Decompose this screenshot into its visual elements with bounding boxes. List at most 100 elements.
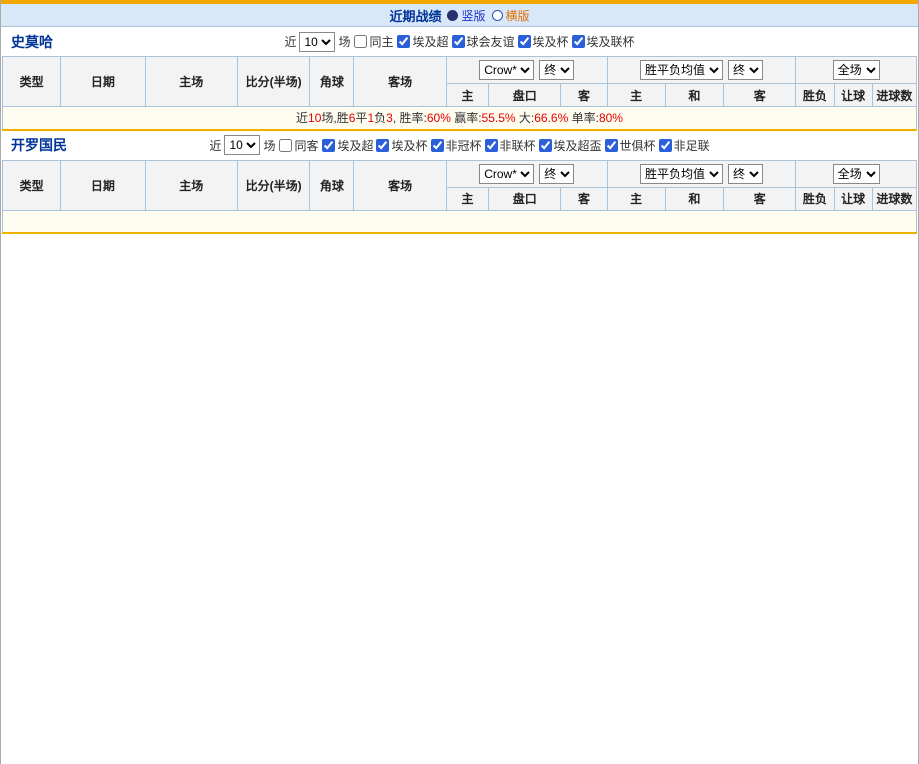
team-name-title: 开罗国民: [11, 137, 67, 153]
league-filter[interactable]: 埃及超: [321, 137, 373, 154]
vertical-label: 竖版: [461, 8, 486, 23]
league-label: 埃及超: [412, 35, 449, 49]
col-away: 客场: [353, 56, 447, 107]
league-filter[interactable]: 埃及联杯: [571, 33, 635, 50]
league-filter[interactable]: 埃及杯: [375, 137, 428, 154]
league-checkbox[interactable]: [604, 138, 618, 152]
col-home: 主场: [144, 159, 239, 211]
league-checkbox[interactable]: [538, 138, 552, 152]
summary-segment: 10: [308, 111, 322, 126]
match-count-select[interactable]: 10: [299, 31, 336, 52]
odds-time-select[interactable]: 终: [539, 60, 575, 80]
same-home-label: 同主: [369, 35, 394, 49]
same-home-filter[interactable]: 同主: [353, 33, 393, 50]
league-checkbox[interactable]: [322, 138, 336, 152]
col-wdl-draw: 和: [664, 83, 725, 107]
summary-segment: 单率:: [568, 111, 599, 126]
col-wdl-draw: 和: [664, 186, 725, 211]
col-odds-away: 客: [560, 83, 608, 107]
filter-controls: 近 10 场 同主 埃及超 球会友谊 埃及杯 埃及联杯: [284, 31, 635, 52]
match-count-select[interactable]: 10: [224, 135, 261, 155]
radio-unselected-icon[interactable]: [491, 9, 503, 21]
wdl-average-select[interactable]: 胜平负均值: [639, 163, 723, 184]
filter-controls: 近 10 场 同客 埃及超 埃及杯 非冠杯 非联杯 埃及超盃 世俱杯 非足联: [209, 135, 710, 155]
league-checkbox[interactable]: [484, 138, 498, 152]
league-filter[interactable]: 非足联: [658, 137, 710, 154]
games-label: 场: [338, 35, 351, 49]
league-checkbox[interactable]: [376, 138, 390, 152]
summary-segment: 60%: [426, 111, 451, 126]
horizontal-label: 横版: [505, 8, 530, 23]
layout-radio-horizontal[interactable]: 横版: [491, 7, 530, 24]
league-label: 埃及超盃: [553, 138, 602, 153]
odds-time-select[interactable]: 终: [539, 163, 575, 184]
summary-text: 近10场,胜6平1负3, 胜率:60% 赢率:55.5% 大:66.6% 单率:…: [2, 106, 917, 131]
league-filters: 埃及超 球会友谊 埃及杯 埃及联杯: [396, 33, 635, 50]
league-checkbox[interactable]: [430, 138, 444, 152]
league-filter[interactable]: 世俱杯: [604, 137, 656, 154]
near-label: 近: [209, 138, 222, 153]
col-away: 客场: [353, 159, 447, 211]
league-label: 非冠杯: [445, 138, 482, 153]
league-checkbox[interactable]: [571, 35, 585, 48]
same-away-checkbox[interactable]: [279, 138, 293, 152]
col-goals: 进球数: [871, 186, 918, 211]
summary-segment: 负: [374, 111, 387, 126]
league-filter[interactable]: 埃及超: [396, 33, 449, 50]
league-checkbox[interactable]: [397, 35, 411, 48]
page-title: 近期战绩: [389, 8, 442, 24]
league-filter[interactable]: 球会友谊: [451, 33, 515, 50]
wdl-odds-header: 胜平负均值 终: [606, 56, 797, 84]
col-date: 日期: [60, 159, 146, 211]
col-corner: 角球: [309, 159, 355, 211]
league-label: 埃及联杯: [586, 35, 635, 49]
summary-row: 近10场,胜6平1负3, 胜率:60% 赢率:55.5% 大:66.6% 单率:…: [2, 106, 917, 131]
league-checkbox[interactable]: [517, 35, 531, 48]
fulltime-select[interactable]: 全场: [832, 60, 880, 80]
col-score: 比分(半场): [236, 56, 311, 107]
col-handicap-result: 让球: [833, 186, 873, 211]
col-handicap: 盘口: [488, 83, 562, 107]
col-handicap: 盘口: [488, 186, 562, 211]
summary-segment: 55.5%: [481, 111, 516, 126]
league-label: 埃及超: [337, 138, 374, 153]
league-checkbox[interactable]: [658, 138, 672, 152]
league-label: 非足联: [673, 138, 710, 153]
same-away-filter[interactable]: 同客: [278, 137, 318, 154]
summary-segment: 场,胜: [321, 111, 349, 126]
radio-selected-icon[interactable]: [447, 9, 459, 21]
bookmaker-select[interactable]: Crow*: [479, 163, 535, 184]
wdl-average-select[interactable]: 胜平负均值: [639, 60, 723, 80]
fulltime-select[interactable]: 全场: [832, 163, 880, 184]
col-wdl-home: 主: [606, 83, 666, 107]
league-filter[interactable]: 非联杯: [484, 137, 536, 154]
wdl-time-select[interactable]: 终: [727, 60, 763, 80]
recent-matches-table-smouha: 类型 日期 主场 比分(半场) 角球 客场 Crow* 终 胜平负均值 终 全场: [1, 56, 918, 131]
section-header-smouha: 史莫哈 近 10 场 同主 埃及超 球会友谊 埃及杯 埃及联杯: [1, 27, 918, 56]
wdl-time-select[interactable]: 终: [727, 163, 763, 184]
league-filter[interactable]: 非冠杯: [430, 137, 482, 154]
col-odds-away: 客: [560, 186, 608, 211]
league-label: 埃及杯: [391, 138, 428, 153]
league-checkbox[interactable]: [451, 35, 465, 48]
bookmaker-select[interactable]: Crow*: [479, 60, 535, 80]
layout-radio-vertical[interactable]: 竖版: [447, 7, 486, 24]
summary-segment: 大:: [515, 111, 535, 126]
col-date: 日期: [60, 56, 146, 107]
same-home-checkbox[interactable]: [354, 35, 368, 48]
summary-text: [2, 209, 917, 234]
summary-segment: 近: [296, 111, 309, 126]
league-label: 世俱杯: [619, 138, 656, 153]
col-result: 胜负: [795, 186, 835, 211]
near-label: 近: [284, 35, 297, 49]
col-handicap-result: 让球: [833, 83, 873, 107]
league-filters: 埃及超 埃及杯 非冠杯 非联杯 埃及超盃 世俱杯 非足联: [321, 137, 710, 154]
league-filter[interactable]: 埃及超盃: [538, 137, 602, 154]
recent-matches-table-alahly: 类型 日期 主场 比分(半场) 角球 客场 Crow* 终 胜平负均值 终 全场: [1, 159, 918, 234]
games-label: 场: [263, 138, 276, 153]
summary-segment: , 胜率:: [392, 111, 427, 126]
league-filter[interactable]: 埃及杯: [517, 33, 569, 50]
summary-segment: 80%: [598, 111, 623, 126]
section-header-alahly: 开罗国民 近 10 场 同客 埃及超 埃及杯 非冠杯 非联杯 埃及超盃 世俱杯 非足联: [1, 131, 918, 160]
col-odds-home: 主: [445, 83, 490, 107]
